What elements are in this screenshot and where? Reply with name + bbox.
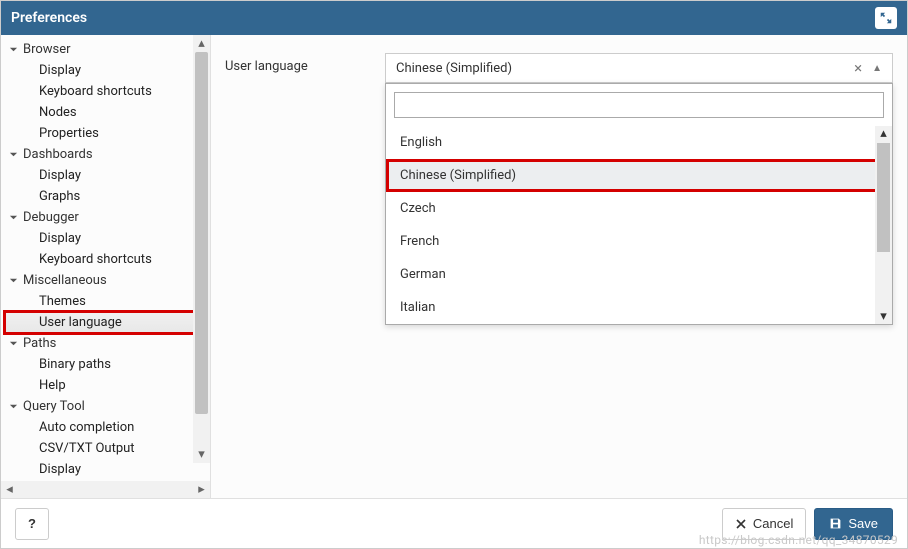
tree-item[interactable]: Help — [5, 375, 210, 396]
sidebar-tree-wrap: BrowserDisplayKeyboard shortcutsNodesPro… — [1, 35, 210, 481]
field-control: Chinese (Simplified) × ▲ EnglishChinese … — [385, 53, 893, 83]
dropdown-option[interactable]: Chinese (Simplified) — [386, 159, 892, 192]
scroll-track[interactable] — [193, 52, 210, 446]
sidebar-scrollbar-vertical[interactable]: ▴ ▾ — [193, 35, 210, 463]
tree-group[interactable]: Query Tool — [5, 396, 210, 417]
scroll-thumb[interactable] — [195, 52, 208, 414]
tree-item[interactable]: Graphs — [5, 186, 210, 207]
chevron-down-icon — [9, 276, 19, 285]
scroll-up-icon[interactable]: ▴ — [193, 35, 210, 52]
tree-group-label: Query Tool — [23, 399, 85, 414]
tree-group[interactable]: Paths — [5, 333, 210, 354]
question-icon: ? — [28, 516, 36, 531]
chevron-down-icon — [9, 339, 19, 348]
tree-group-label: Dashboards — [23, 147, 93, 162]
tree-item[interactable]: Auto completion — [5, 417, 210, 438]
dialog-title: Preferences — [11, 10, 87, 26]
field-row-user-language: User language Chinese (Simplified) × ▲ E… — [225, 53, 893, 83]
tree-group-label: Paths — [23, 336, 56, 351]
scroll-down-icon[interactable]: ▾ — [193, 446, 210, 463]
chevron-down-icon — [9, 150, 19, 159]
titlebar: Preferences — [1, 1, 907, 35]
chevron-up-icon[interactable]: ▲ — [868, 63, 882, 74]
footer: ? https://blog.csdn.net/qq_34870529 Canc… — [1, 498, 907, 548]
dropdown-option[interactable]: German — [386, 258, 892, 291]
tree-item[interactable]: Binary paths — [5, 354, 210, 375]
sidebar-scrollbar-horizontal[interactable]: ◂ ▸ — [1, 481, 210, 498]
scroll-up-icon[interactable]: ▴ — [880, 126, 887, 141]
scroll-left-icon[interactable]: ◂ — [1, 481, 18, 498]
tree-item[interactable]: Display — [5, 228, 210, 249]
close-icon — [735, 518, 747, 530]
language-select[interactable]: Chinese (Simplified) × ▲ — [385, 53, 893, 83]
tree-group[interactable]: Miscellaneous — [5, 270, 210, 291]
dropdown-search-wrap — [386, 84, 892, 126]
dropdown-scrollbar[interactable]: ▴ ▾ — [875, 126, 892, 324]
select-value: Chinese (Simplified) — [396, 61, 848, 76]
scroll-down-icon[interactable]: ▾ — [880, 309, 887, 324]
preferences-dialog: Preferences BrowserDisplayKeyboard short… — [0, 0, 908, 549]
field-label: User language — [225, 53, 365, 74]
scroll-thumb[interactable] — [877, 143, 890, 252]
save-icon — [829, 517, 842, 530]
scroll-right-icon[interactable]: ▸ — [193, 481, 210, 498]
clear-icon[interactable]: × — [848, 59, 868, 77]
save-button[interactable]: Save — [814, 508, 893, 540]
chevron-down-icon — [9, 45, 19, 54]
tree-group-label: Debugger — [23, 210, 79, 225]
tree-item[interactable]: Keyboard shortcuts — [5, 249, 210, 270]
chevron-down-icon — [9, 402, 19, 411]
dropdown-option[interactable]: French — [386, 225, 892, 258]
tree-item[interactable]: Display — [5, 60, 210, 81]
cancel-label: Cancel — [753, 516, 793, 531]
tree-group[interactable]: Dashboards — [5, 144, 210, 165]
tree-item[interactable]: Nodes — [5, 102, 210, 123]
sidebar-tree[interactable]: BrowserDisplayKeyboard shortcutsNodesPro… — [5, 39, 210, 480]
dropdown-option[interactable]: English — [386, 126, 892, 159]
sidebar: BrowserDisplayKeyboard shortcutsNodesPro… — [1, 35, 211, 498]
dropdown-options: EnglishChinese (Simplified)CzechFrenchGe… — [386, 126, 892, 324]
scroll-track-x[interactable] — [18, 481, 193, 498]
chevron-down-icon — [9, 213, 19, 222]
maximize-button[interactable] — [875, 7, 897, 29]
dropdown-option[interactable]: Italian — [386, 291, 892, 324]
dropdown-option[interactable]: Czech — [386, 192, 892, 225]
help-button[interactable]: ? — [15, 508, 49, 540]
tree-item[interactable]: Properties — [5, 123, 210, 144]
content-pane: User language Chinese (Simplified) × ▲ E… — [211, 35, 907, 498]
tree-group[interactable]: Browser — [5, 39, 210, 60]
tree-item[interactable]: Keyboard shortcuts — [5, 81, 210, 102]
dialog-body: BrowserDisplayKeyboard shortcutsNodesPro… — [1, 35, 907, 498]
cancel-button[interactable]: Cancel — [722, 508, 806, 540]
expand-icon — [879, 11, 893, 25]
tree-item[interactable]: Display — [5, 165, 210, 186]
tree-group[interactable]: Debugger — [5, 207, 210, 228]
language-dropdown: EnglishChinese (Simplified)CzechFrenchGe… — [385, 83, 893, 325]
tree-item[interactable]: CSV/TXT Output — [5, 438, 210, 459]
tree-item[interactable]: Display — [5, 459, 210, 480]
tree-item[interactable]: User language — [5, 312, 210, 333]
tree-item[interactable]: Themes — [5, 291, 210, 312]
tree-group-label: Miscellaneous — [23, 273, 107, 288]
save-label: Save — [848, 516, 878, 531]
tree-group-label: Browser — [23, 42, 71, 57]
dropdown-search-input[interactable] — [394, 92, 884, 118]
